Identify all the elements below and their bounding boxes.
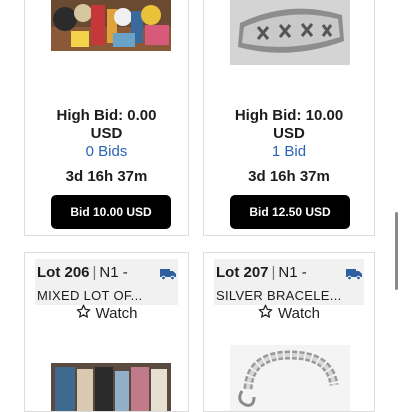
lot-separator: | [271,264,276,281]
scrollbar[interactable] [395,212,398,290]
lot-number: Lot 207 [216,264,269,281]
bid-button[interactable]: Bid 10.00 USD [51,195,171,229]
lot-number-line: Lot 207 | N1 - [216,264,307,281]
lot-separator: | [92,264,97,281]
star-outline-icon [258,304,273,323]
lot-thumbnail[interactable] [230,0,350,65]
lot-code: N1 - [278,264,307,281]
lot-title[interactable]: MIXED LOT OF... [37,288,142,303]
high-bid-label: High Bid: 10.00 [234,107,344,124]
watch-label: Watch [95,304,138,322]
lot-thumbnail[interactable] [230,345,350,411]
bid-button[interactable]: Bid 12.50 USD [230,195,350,229]
lot-thumbnail[interactable] [51,0,171,51]
watch-label: Watch [278,304,320,322]
lot-code: N1 - [99,264,128,281]
time-left: 3d 16h 37m [248,168,330,185]
truck-icon [160,267,176,285]
lot-number-line: Lot 206 | N1 - [37,264,128,281]
truck-icon [346,267,362,285]
time-left: 3d 16h 37m [65,168,148,185]
high-bid-currency: USD [90,125,123,142]
lot-title[interactable]: SILVER BRACELE... [216,288,342,303]
lot-card-top-right[interactable]: High Bid: 10.00 USD 1 Bid 3d 16h 37m Bid… [203,0,375,236]
lot-thumbnail[interactable] [51,363,171,411]
bids-count-link[interactable]: 1 Bid [204,143,374,160]
star-outline-icon [76,304,91,323]
lot-card-206[interactable]: Lot 206 | N1 - MIXED LOT OF... Watch [24,252,189,412]
watch-button[interactable]: Watch [25,303,188,323]
lot-header: Lot 206 | N1 - MIXED LOT OF... [35,259,178,305]
bids-count-link[interactable]: 0 Bids [25,143,188,160]
lot-header: Lot 207 | N1 - SILVER BRACELE... [214,259,364,305]
lot-number: Lot 206 [37,264,90,281]
lot-card-top-left[interactable]: High Bid: 0.00 USD 0 Bids 3d 16h 37m Bid… [24,0,189,236]
lot-card-207[interactable]: Lot 207 | N1 - SILVER BRACELE... Watch [203,252,375,412]
watch-button[interactable]: Watch [204,303,374,323]
high-bid-currency: USD [273,125,305,142]
high-bid-label: High Bid: 0.00 [56,107,157,124]
